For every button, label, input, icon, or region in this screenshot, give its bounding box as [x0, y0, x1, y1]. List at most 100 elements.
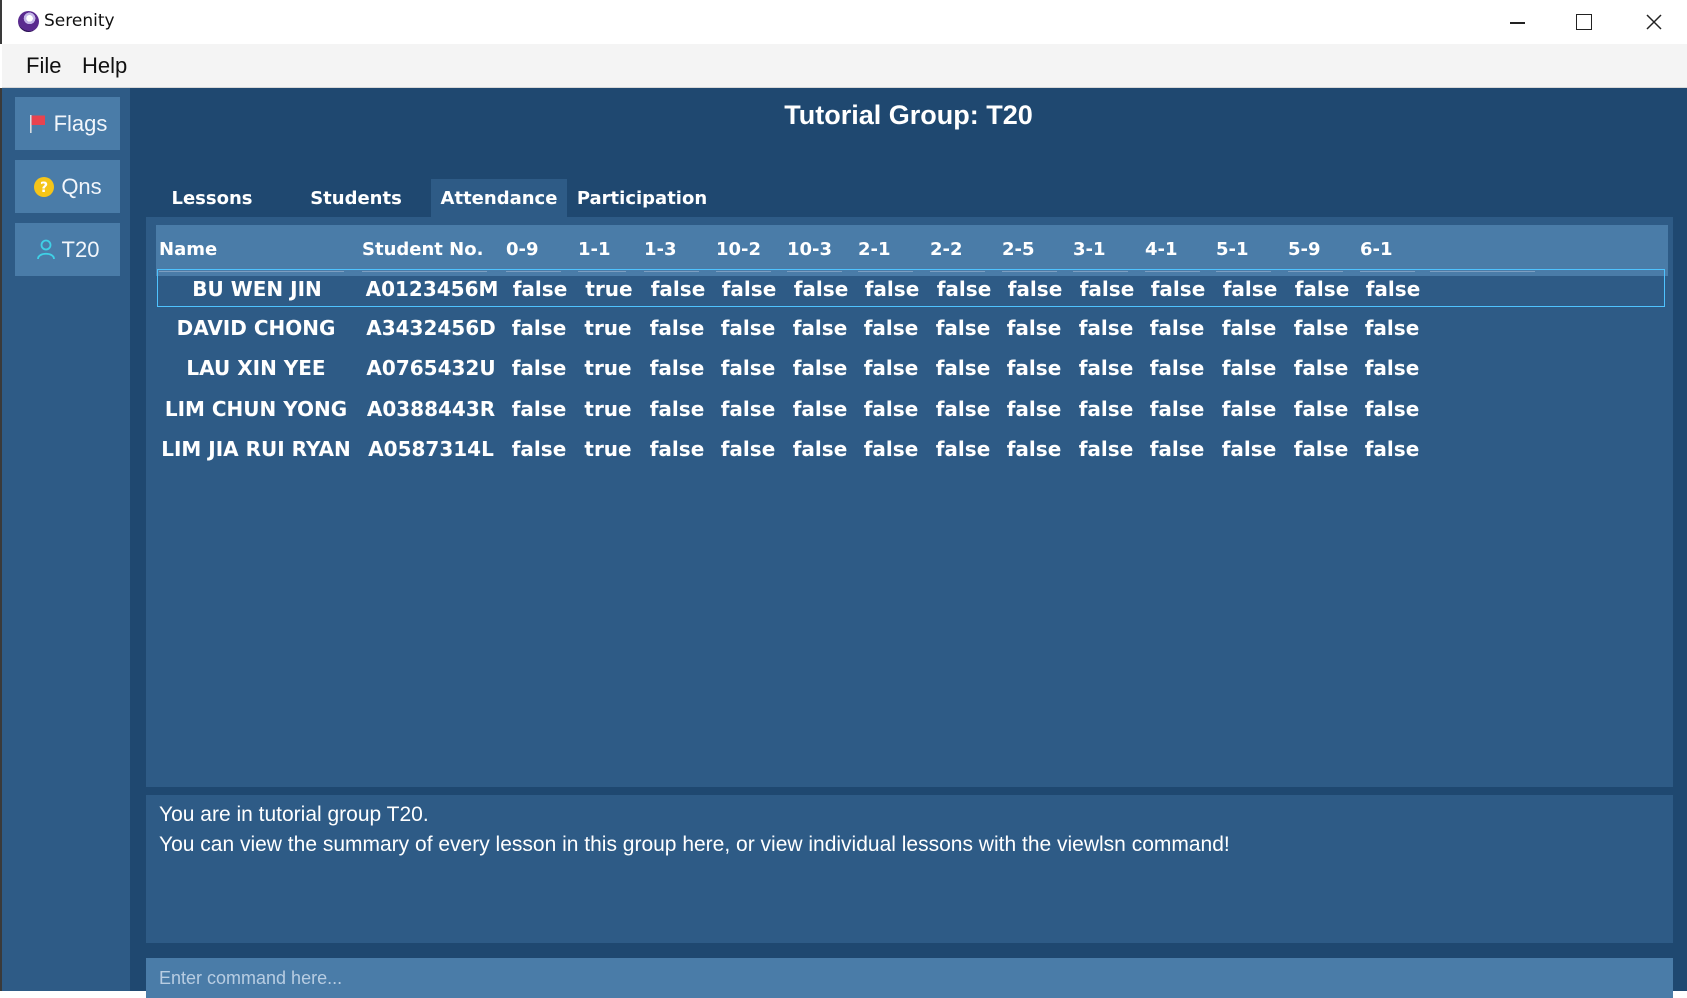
- attendance-cell: true: [584, 437, 632, 461]
- attendance-cell: false: [511, 316, 567, 340]
- attendance-cell: true: [585, 277, 633, 301]
- attendance-cell: false: [1079, 277, 1135, 301]
- student-number-cell: A3432456D: [366, 316, 496, 340]
- attendance-cell: true: [584, 397, 632, 421]
- attendance-cell: false: [1007, 277, 1063, 301]
- attendance-cell: false: [792, 437, 848, 461]
- sidebar-item-label: T20: [61, 236, 100, 262]
- attendance-cell: false: [649, 437, 705, 461]
- column-header[interactable]: 10-2: [716, 239, 761, 260]
- person-icon: [36, 239, 56, 261]
- sidebar: Flags ? Qns T20: [2, 88, 130, 991]
- attendance-cell: false: [1221, 316, 1277, 340]
- attendance-cell: false: [864, 277, 920, 301]
- attendance-cell: false: [512, 277, 568, 301]
- attendance-cell: false: [1006, 316, 1062, 340]
- menu-file[interactable]: File: [26, 53, 61, 79]
- window-title: Serenity: [44, 11, 115, 31]
- column-header[interactable]: 5-1: [1216, 239, 1249, 260]
- attendance-cell: false: [863, 397, 919, 421]
- tab-lessons[interactable]: Lessons: [146, 179, 278, 217]
- sidebar-item-qns[interactable]: ? Qns: [15, 160, 120, 213]
- tab-students[interactable]: Students: [288, 179, 424, 217]
- column-header[interactable]: 2-2: [930, 239, 963, 260]
- attendance-cell: false: [1078, 316, 1134, 340]
- attendance-cell: false: [1293, 397, 1349, 421]
- attendance-cell: false: [720, 316, 776, 340]
- attendance-cell: false: [1364, 356, 1420, 380]
- table-row[interactable]: LAU XIN YEE A0765432U false true false false f…: [156, 349, 1668, 389]
- attendance-cell: false: [1006, 437, 1062, 461]
- minimize-icon[interactable]: [1488, 4, 1548, 40]
- column-header[interactable]: Name: [159, 239, 217, 260]
- student-number-cell: A0587314L: [368, 437, 494, 461]
- attendance-cell: false: [792, 397, 848, 421]
- attendance-cell: false: [1149, 316, 1205, 340]
- column-header[interactable]: 2-5: [1002, 239, 1035, 260]
- attendance-cell: false: [792, 316, 848, 340]
- sidebar-item-label: Qns: [61, 173, 102, 199]
- app-logo-icon: [18, 11, 39, 32]
- attendance-cell: false: [649, 356, 705, 380]
- sidebar-item-flags[interactable]: Flags: [15, 97, 120, 150]
- column-header[interactable]: 10-3: [787, 239, 832, 260]
- attendance-cell: false: [792, 356, 848, 380]
- attendance-cell: false: [511, 356, 567, 380]
- column-header[interactable]: Student No.: [362, 239, 483, 260]
- attendance-cell: true: [584, 316, 632, 340]
- attendance-cell: false: [1150, 277, 1206, 301]
- sidebar-item-t20[interactable]: T20: [15, 223, 120, 276]
- attendance-cell: false: [1364, 437, 1420, 461]
- close-icon[interactable]: [1624, 4, 1684, 40]
- column-header[interactable]: 1-1: [578, 239, 611, 260]
- student-number-cell: A0123456M: [365, 277, 499, 301]
- attendance-cell: false: [1221, 437, 1277, 461]
- column-header[interactable]: 6-1: [1360, 239, 1393, 260]
- attendance-cell: false: [650, 277, 706, 301]
- attendance-cell: false: [1221, 397, 1277, 421]
- student-name-cell: LAU XIN YEE: [186, 356, 326, 380]
- attendance-cell: false: [511, 437, 567, 461]
- command-input[interactable]: [146, 958, 1673, 998]
- student-name-cell: DAVID CHONG: [176, 316, 336, 340]
- window-titlebar: Serenity: [0, 0, 1687, 44]
- attendance-cell: false: [1293, 316, 1349, 340]
- attendance-cell: false: [1222, 277, 1278, 301]
- attendance-cell: false: [1293, 356, 1349, 380]
- attendance-cell: false: [649, 397, 705, 421]
- column-header[interactable]: 0-9: [506, 239, 539, 260]
- attendance-cell: false: [1078, 437, 1134, 461]
- attendance-cell: false: [935, 397, 991, 421]
- attendance-cell: false: [863, 437, 919, 461]
- attendance-cell: false: [935, 437, 991, 461]
- maximize-icon[interactable]: [1554, 4, 1614, 40]
- attendance-cell: false: [1221, 356, 1277, 380]
- menu-bar: File Help: [2, 44, 1687, 88]
- tab-participation[interactable]: Participation: [574, 179, 710, 217]
- attendance-table: Name Student No. 0-9 1-1 1-3 10-2 10-3 2…: [146, 217, 1673, 787]
- attendance-cell: false: [936, 277, 992, 301]
- column-header[interactable]: 5-9: [1288, 239, 1321, 260]
- attendance-cell: true: [584, 356, 632, 380]
- attendance-cell: false: [935, 316, 991, 340]
- menu-help[interactable]: Help: [82, 53, 127, 79]
- column-header[interactable]: 3-1: [1073, 239, 1106, 260]
- table-row[interactable]: LIM CHUN YONG A0388443R false true false fals…: [156, 390, 1668, 430]
- table-row[interactable]: DAVID CHONG A3432456D false true false false f…: [156, 309, 1668, 349]
- attendance-cell: false: [1364, 316, 1420, 340]
- tab-attendance[interactable]: Attendance: [431, 179, 567, 217]
- column-header[interactable]: 2-1: [858, 239, 891, 260]
- attendance-cell: false: [1293, 437, 1349, 461]
- attendance-cell: false: [1078, 397, 1134, 421]
- attendance-cell: false: [793, 277, 849, 301]
- student-name-cell: BU WEN JIN: [192, 277, 322, 301]
- attendance-cell: false: [720, 356, 776, 380]
- attendance-cell: false: [935, 356, 991, 380]
- table-row[interactable]: LIM JIA RUI RYAN A0587314L false true false f…: [156, 430, 1668, 470]
- attendance-cell: false: [1364, 397, 1420, 421]
- attendance-cell: false: [1006, 397, 1062, 421]
- student-number-cell: A0388443R: [366, 397, 496, 421]
- column-header[interactable]: 4-1: [1145, 239, 1178, 260]
- column-header[interactable]: 1-3: [644, 239, 677, 260]
- table-row[interactable]: BU WEN JIN A0123456M false true false false fa…: [157, 269, 1665, 307]
